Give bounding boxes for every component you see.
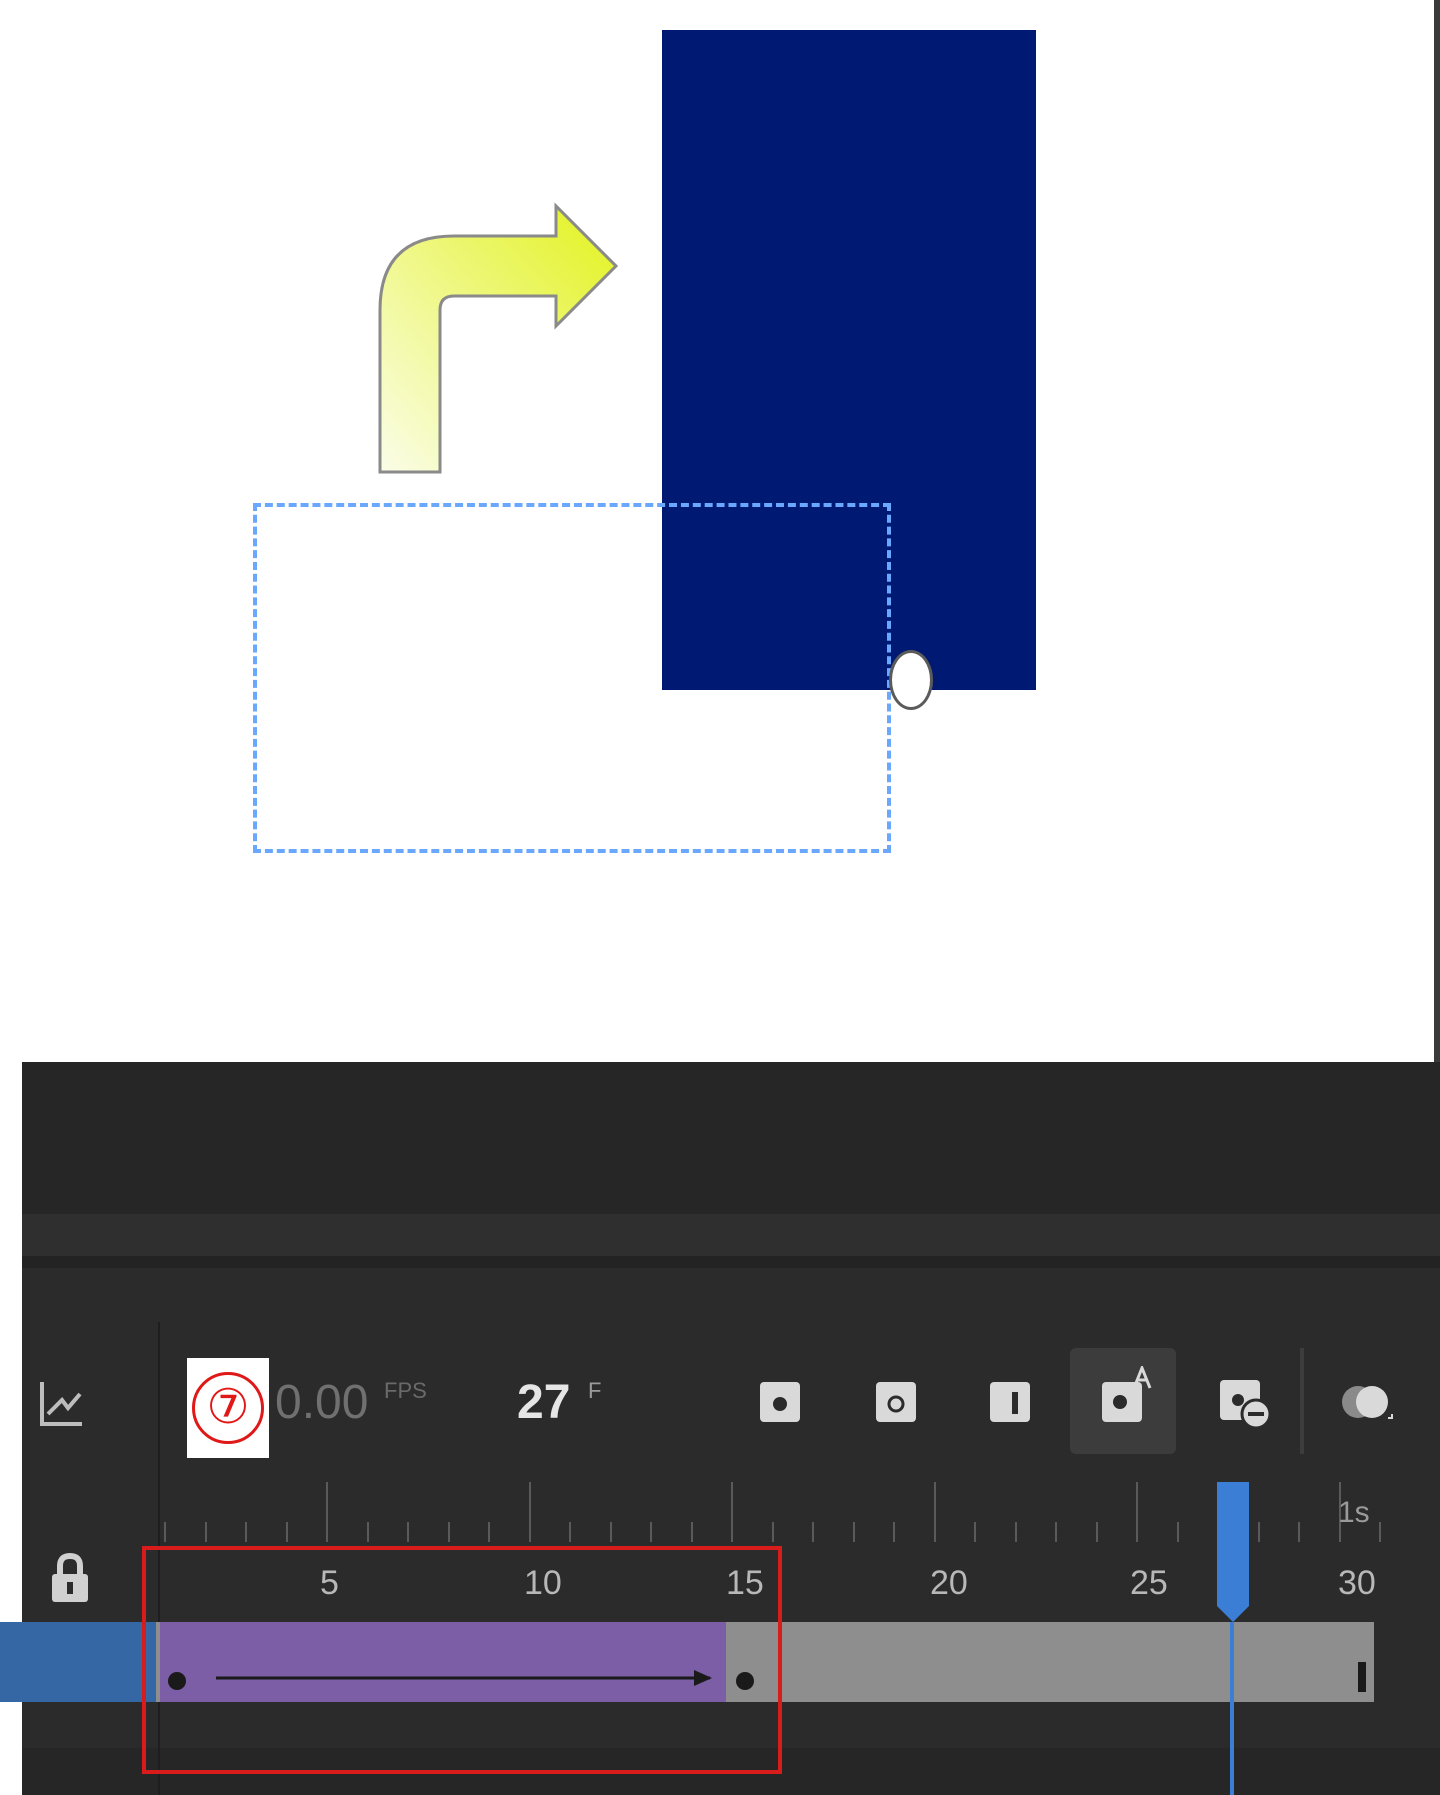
ruler-tick xyxy=(1014,1522,1017,1542)
toolbar-divider xyxy=(1300,1348,1304,1454)
ruler-tick xyxy=(852,1522,855,1542)
fps-unit: FPS xyxy=(384,1378,427,1403)
lock-icon[interactable] xyxy=(50,1552,90,1604)
step-annotation: ⑦ xyxy=(187,1358,269,1458)
ruler-tick xyxy=(893,1522,895,1542)
selection-box[interactable] xyxy=(253,503,891,853)
ruler-tick xyxy=(731,1482,733,1542)
ruler-tick xyxy=(488,1522,490,1542)
ruler-tick xyxy=(1379,1522,1381,1542)
ruler-tick xyxy=(974,1522,976,1542)
ruler-tick xyxy=(164,1522,166,1542)
transform-handle[interactable] xyxy=(889,650,933,710)
panel-divider-shadow xyxy=(22,1256,1440,1268)
ruler-tick xyxy=(771,1522,774,1542)
insert-keyframe-icon xyxy=(760,1382,800,1422)
ruler-tick xyxy=(650,1522,652,1542)
onion-skin-button[interactable] xyxy=(1338,1380,1393,1424)
ruler-tick xyxy=(447,1522,450,1542)
ruler-tick xyxy=(1095,1522,1098,1542)
remove-frame-button[interactable] xyxy=(1218,1380,1272,1430)
current-frame-value[interactable]: 27 xyxy=(517,1375,570,1430)
seconds-label: 1s xyxy=(1338,1496,1370,1529)
ruler-tick xyxy=(1055,1522,1057,1542)
ruler-tick xyxy=(812,1522,814,1542)
stage-border xyxy=(1434,0,1440,1062)
ruler-tick xyxy=(569,1522,571,1542)
fps-value[interactable]: 0.00 xyxy=(275,1375,368,1430)
insert-frame-button[interactable] xyxy=(988,1380,1032,1424)
graph-icon[interactable] xyxy=(38,1380,84,1428)
frame-label: 25 xyxy=(1130,1564,1168,1602)
end-frame-marker xyxy=(1358,1662,1366,1692)
insert-frame-icon xyxy=(990,1382,1030,1422)
ruler-tick xyxy=(407,1522,409,1542)
ruler-tick xyxy=(609,1522,612,1542)
stage[interactable] xyxy=(0,0,1436,1062)
playhead[interactable] xyxy=(1214,1482,1252,1622)
ruler-tick xyxy=(245,1522,247,1542)
selected-layer[interactable] xyxy=(0,1622,156,1702)
bent-arrow-shape[interactable] xyxy=(370,200,640,480)
ruler-tick xyxy=(933,1482,936,1542)
remove-frame-icon xyxy=(1220,1380,1272,1430)
ruler-tick xyxy=(326,1482,328,1542)
ruler-tick xyxy=(528,1482,531,1542)
ruler-tick xyxy=(1176,1522,1179,1542)
insert-blank-keyframe-button[interactable] xyxy=(874,1380,918,1424)
auto-keyframe-icon xyxy=(1102,1366,1152,1422)
ruler-tick xyxy=(1136,1482,1138,1542)
ruler-tick xyxy=(285,1522,288,1542)
frame-unit: F xyxy=(588,1378,602,1403)
frame-label: 30 xyxy=(1338,1564,1376,1602)
ruler-tick xyxy=(204,1522,207,1542)
panel-divider-bar xyxy=(22,1214,1440,1256)
step-number: ⑦ xyxy=(192,1372,264,1444)
ruler-tick xyxy=(690,1522,693,1542)
ruler-tick xyxy=(366,1522,369,1542)
ruler-tick xyxy=(1298,1522,1300,1542)
layer-column xyxy=(22,1322,160,1795)
highlight-annotation xyxy=(142,1546,782,1774)
auto-keyframe-button[interactable] xyxy=(1102,1366,1152,1424)
ruler-tick xyxy=(1257,1522,1260,1542)
onion-skin-icon xyxy=(1342,1386,1393,1419)
insert-blank-keyframe-icon xyxy=(876,1382,916,1422)
frame-label: 20 xyxy=(930,1564,968,1602)
insert-keyframe-button[interactable] xyxy=(758,1380,802,1424)
playhead-line xyxy=(1230,1622,1234,1795)
